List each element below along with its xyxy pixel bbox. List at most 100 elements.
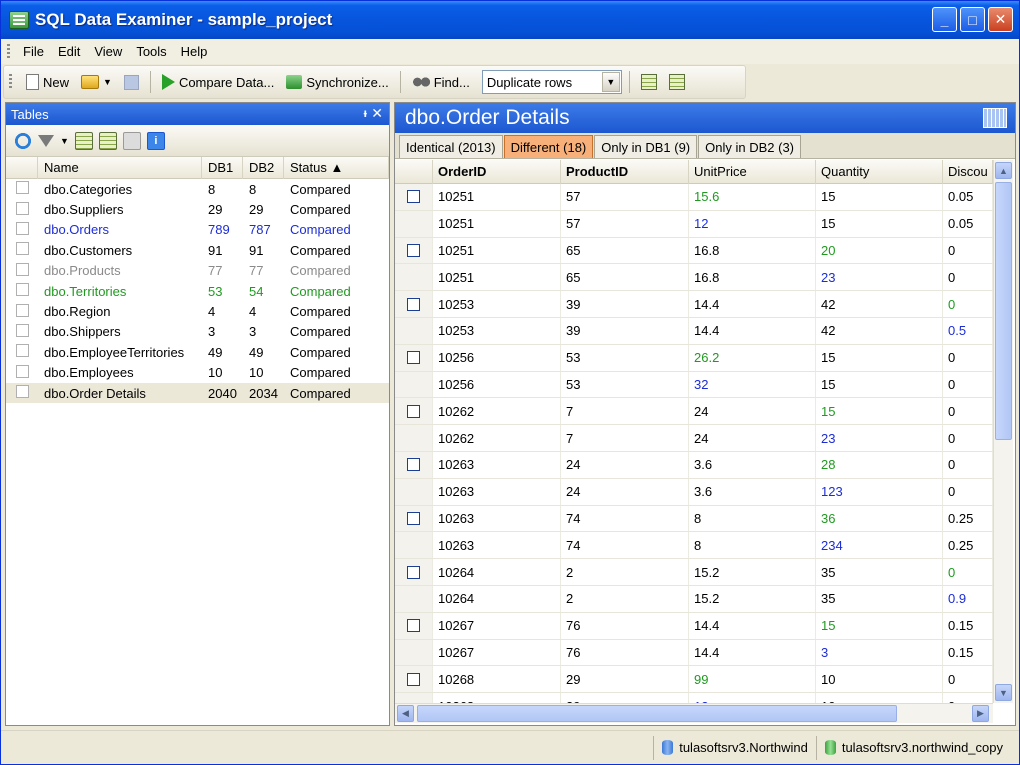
close-icon[interactable]: ✕ — [371, 105, 383, 122]
checkbox[interactable] — [16, 283, 29, 297]
checkbox[interactable] — [407, 243, 420, 257]
row-filter-select[interactable]: Duplicate rows ▼ — [481, 70, 622, 94]
row-checkbox[interactable] — [6, 344, 38, 360]
checkbox[interactable] — [407, 351, 420, 365]
menu-grip[interactable] — [7, 43, 10, 60]
table-row[interactable]: dbo.Region 4 4 Compared — [6, 301, 389, 321]
row-checkbox[interactable] — [6, 385, 38, 401]
pin-icon[interactable]: ᵻ — [364, 106, 367, 120]
menu-view[interactable]: View — [87, 42, 129, 61]
header-db1[interactable]: DB1 — [202, 156, 243, 179]
close-button[interactable]: ✕ — [988, 7, 1013, 32]
checkbox[interactable] — [16, 303, 29, 317]
title-bar[interactable]: SQL Data Examiner - sample_project _ □ ✕ — [1, 1, 1019, 39]
row-checkbox-cell[interactable] — [395, 184, 433, 210]
info-icon[interactable]: i — [146, 131, 165, 150]
vertical-scrollbar[interactable]: ▲ ▼ — [993, 160, 1013, 703]
table-row[interactable]: dbo.Territories 53 54 Compared — [6, 281, 389, 301]
row-checkbox-cell[interactable] — [395, 237, 433, 264]
table-row[interactable]: dbo.Categories 8 8 Compared — [6, 179, 389, 199]
checkbox[interactable] — [16, 323, 29, 337]
row-checkbox-cell[interactable] — [395, 371, 433, 398]
checkbox[interactable] — [16, 181, 29, 195]
table-row[interactable]: dbo.Orders 789 787 Compared — [6, 220, 389, 240]
grid-row[interactable]: 10251 57 15.6 15 0.05 — [395, 184, 993, 211]
menu-edit[interactable]: Edit — [51, 42, 87, 61]
header-productid[interactable]: ProductID — [561, 160, 689, 184]
grid-row[interactable]: 10268 29 99 10 0 — [395, 666, 993, 694]
checkbox[interactable] — [16, 344, 29, 358]
header-checkbox-col[interactable] — [6, 156, 38, 179]
row-checkbox-cell[interactable] — [395, 559, 433, 585]
tab-1[interactable]: Different (18) — [503, 135, 594, 158]
row-checkbox-cell[interactable] — [395, 344, 433, 371]
checkbox[interactable] — [16, 262, 29, 276]
checkbox[interactable] — [407, 297, 420, 311]
grid-icon[interactable] — [74, 131, 93, 150]
row-checkbox-cell[interactable] — [395, 451, 433, 478]
menu-file[interactable]: File — [16, 42, 51, 61]
checkbox[interactable] — [407, 190, 420, 204]
table-icon[interactable] — [983, 108, 1007, 128]
header-checkbox-col[interactable] — [395, 160, 433, 184]
grid-row[interactable]: 10262 7 24 15 0 — [395, 398, 993, 426]
row-checkbox[interactable] — [6, 221, 38, 238]
grid-view-button[interactable] — [637, 71, 661, 93]
header-discount[interactable]: Discou — [943, 160, 993, 184]
menu-help[interactable]: Help — [174, 42, 215, 61]
row-checkbox-cell[interactable] — [395, 612, 433, 639]
hscroll-thumb[interactable] — [417, 705, 897, 722]
grid-row[interactable]: 10267 76 14.4 15 0.15 — [395, 612, 993, 640]
grid-row[interactable]: 10263 24 3.6 28 0 — [395, 451, 993, 479]
filter-icon[interactable] — [38, 134, 54, 147]
new-button[interactable]: New — [22, 71, 73, 93]
row-checkbox-cell[interactable] — [395, 532, 433, 559]
row-checkbox[interactable] — [6, 303, 38, 320]
table-row[interactable]: dbo.Products 77 77 Compared — [6, 261, 389, 281]
row-checkbox-cell[interactable] — [395, 317, 433, 344]
checkbox[interactable] — [407, 511, 420, 525]
header-quantity[interactable]: Quantity — [816, 160, 943, 184]
row-checkbox[interactable] — [6, 283, 38, 299]
table-row[interactable]: dbo.Shippers 3 3 Compared — [6, 322, 389, 342]
row-checkbox-cell[interactable] — [395, 425, 433, 451]
header-orderid[interactable]: OrderID — [433, 160, 561, 184]
row-checkbox-cell[interactable] — [395, 585, 433, 612]
menu-tools[interactable]: Tools — [129, 42, 173, 61]
tab-0[interactable]: Identical (2013) — [399, 135, 503, 158]
row-checkbox[interactable] — [6, 364, 38, 381]
grid-view-alt-button[interactable] — [665, 71, 689, 93]
table-row[interactable]: dbo.EmployeeTerritories 49 49 Compared — [6, 342, 389, 362]
grid-row[interactable]: 10253 39 14.4 42 0.5 — [395, 317, 993, 345]
grid-row[interactable]: 10264 2 15.2 35 0.9 — [395, 585, 993, 613]
grid-row[interactable]: 102682912100 — [395, 693, 993, 703]
header-db2[interactable]: DB2 — [243, 156, 284, 179]
checkbox[interactable] — [407, 672, 420, 686]
header-name[interactable]: Name — [38, 156, 202, 179]
grid-row[interactable]: 10262 7 24 23 0 — [395, 425, 993, 452]
minimize-button[interactable]: _ — [932, 7, 957, 32]
grid-row[interactable]: 10263 74 8 234 0.25 — [395, 532, 993, 560]
checkbox[interactable] — [407, 404, 420, 418]
row-checkbox-cell[interactable] — [395, 666, 433, 693]
checkbox[interactable] — [16, 385, 29, 399]
row-checkbox-cell[interactable] — [395, 693, 433, 703]
grid-row[interactable]: 10264 2 15.2 35 0 — [395, 559, 993, 586]
synchronize-button[interactable]: Synchronize... — [282, 72, 392, 93]
grid-row[interactable]: 10263 74 8 36 0.25 — [395, 505, 993, 533]
checkbox[interactable] — [16, 201, 29, 215]
toolbar-grip[interactable] — [9, 74, 12, 90]
tab-2[interactable]: Only in DB1 (9) — [594, 135, 698, 158]
table-row[interactable]: dbo.Employees 10 10 Compared — [6, 363, 389, 383]
row-checkbox[interactable] — [6, 323, 38, 340]
row-checkbox[interactable] — [6, 181, 38, 197]
scroll-left-button[interactable]: ◀ — [397, 705, 414, 722]
scroll-up-button[interactable]: ▲ — [995, 162, 1012, 179]
checkbox[interactable] — [16, 242, 29, 256]
checkbox[interactable] — [16, 364, 29, 378]
grid-row[interactable]: 10253 39 14.4 42 0 — [395, 291, 993, 318]
row-checkbox[interactable] — [6, 242, 38, 258]
horizontal-scrollbar[interactable]: ◀ ▶ — [395, 703, 993, 723]
compare-data-button[interactable]: Compare Data... — [158, 71, 278, 93]
row-checkbox[interactable] — [6, 201, 38, 218]
